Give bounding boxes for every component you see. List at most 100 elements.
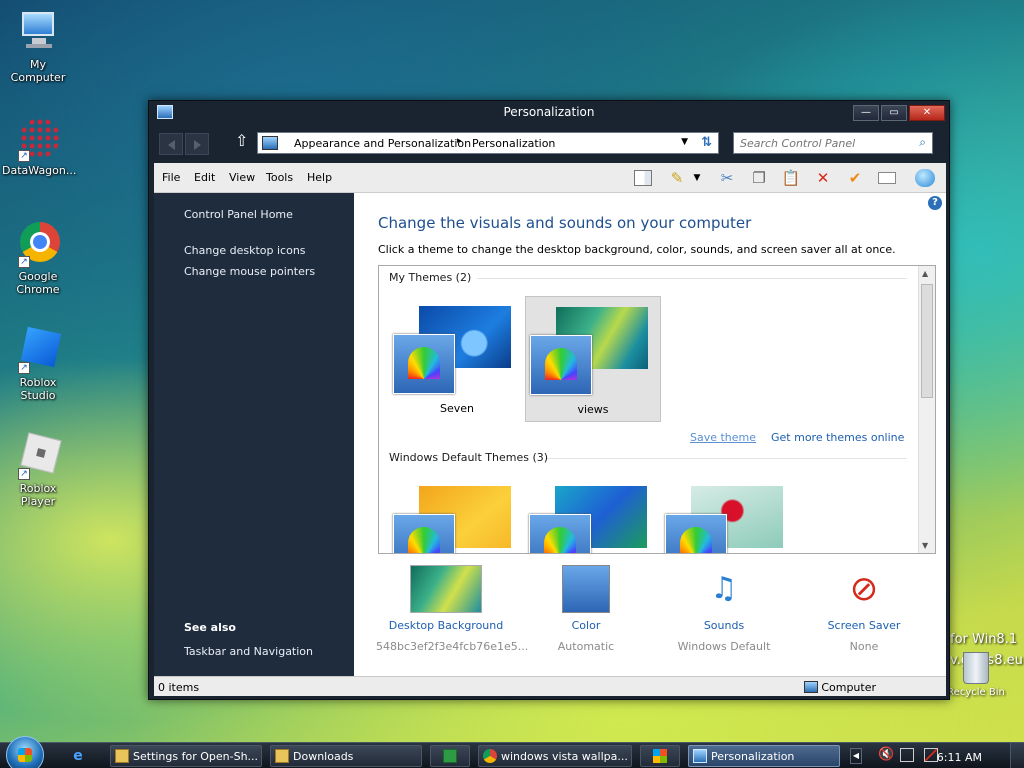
my-themes-header: My Themes (2) (389, 271, 472, 284)
properties-icon[interactable]: ✎ (666, 168, 688, 188)
default-themes-header: Windows Default Themes (3) (389, 451, 549, 464)
desktop-icon-google-chrome[interactable]: ↗ Google Chrome (2, 222, 74, 296)
close-button[interactable]: ✕ (909, 105, 945, 121)
breadcrumb-personalization[interactable]: Personalization (472, 137, 555, 150)
task-windows-flag[interactable] (640, 745, 680, 767)
theme-views[interactable]: views (525, 296, 661, 422)
menu-help[interactable]: Help (307, 171, 332, 184)
chevron-down-icon[interactable]: ▼ (686, 168, 708, 188)
change-desktop-icons-link[interactable]: Change desktop icons (184, 244, 306, 257)
desktop-background-setting[interactable]: Desktop Background 548bc3ef2f3e4fcb76e1e… (376, 565, 529, 653)
desktop-icon-roblox-player[interactable]: ↗ Roblox Player (2, 432, 74, 508)
scroll-up-icon[interactable]: ▲ (922, 269, 928, 278)
copy-icon[interactable]: ❐ (748, 168, 770, 188)
desktop-icon-datawagon[interactable]: ↗ DataWagon... (2, 116, 76, 177)
main-pane: ? Change the visuals and sounds on your … (354, 193, 946, 676)
breadcrumb-appearance[interactable]: Appearance and Personalization (294, 137, 471, 150)
clock[interactable]: 6:11 AM (937, 751, 982, 764)
cut-icon[interactable]: ✂ (716, 168, 738, 188)
minimize-button[interactable]: — (853, 105, 879, 121)
scroll-down-icon[interactable]: ▼ (922, 541, 928, 550)
task-personalization[interactable]: Personalization (688, 745, 840, 767)
screen-saver-setting[interactable]: ⊘ Screen Saver None (794, 565, 934, 653)
maximize-button[interactable]: ▭ (881, 105, 907, 121)
back-arrow-icon (167, 140, 175, 150)
setting-label: Sounds (703, 619, 745, 632)
start-button[interactable] (6, 736, 44, 768)
setting-label: Desktop Background (388, 619, 504, 632)
item-count: 0 items (158, 681, 200, 694)
window-title: Personalization (503, 105, 595, 119)
task-downloads[interactable]: Downloads (270, 745, 422, 767)
task-settings-open-shell[interactable]: Settings for Open-Sh... (110, 745, 262, 767)
task-spreadsheet[interactable] (430, 745, 470, 767)
sounds-setting[interactable]: ♫ Sounds Windows Default (654, 565, 794, 653)
theme-list-scrollbar[interactable]: ▲ ▼ (918, 266, 935, 553)
rename-icon[interactable] (876, 168, 898, 188)
menu-file[interactable]: File (162, 171, 180, 184)
control-panel-home-link[interactable]: Control Panel Home (184, 208, 293, 221)
title-bar[interactable]: Personalization — ▭ ✕ (149, 101, 949, 125)
menu-view[interactable]: View (229, 171, 255, 184)
show-desktop-button[interactable] (1010, 743, 1024, 768)
search-input[interactable] (740, 134, 910, 152)
shortcut-arrow-icon: ↗ (18, 256, 30, 268)
roblox-studio-icon: ↗ (16, 326, 62, 374)
desktop-icon-roblox-studio[interactable]: ↗ Roblox Studio (2, 326, 74, 402)
setting-label: Color (571, 619, 601, 632)
scrollbar-thumb[interactable] (921, 284, 933, 398)
up-button[interactable]: ⇧ (235, 131, 248, 150)
desktop-icon-label: Roblox Player (19, 482, 57, 508)
task-chrome-wallpaper[interactable]: windows vista wallpa... (478, 745, 632, 767)
help-icon[interactable]: ? (928, 196, 942, 210)
theme-windows-default-2[interactable] (525, 476, 661, 553)
get-more-themes-link[interactable]: Get more themes online (771, 431, 904, 444)
search-box[interactable]: ⌕ (733, 132, 933, 154)
network-icon[interactable] (900, 748, 914, 762)
theme-seven[interactable]: Seven (389, 296, 525, 422)
page-title: Change the visuals and sounds on your co… (378, 214, 752, 232)
task-label: windows vista wallpa... (501, 750, 628, 763)
refresh-icon[interactable]: ⇅ (701, 135, 712, 150)
theme-windows-default-3[interactable] (661, 476, 797, 553)
roblox-player-icon: ↗ (16, 432, 62, 480)
check-icon[interactable]: ✔ (844, 168, 866, 188)
chrome-icon: ↗ (16, 222, 60, 268)
save-theme-link[interactable]: Save theme (690, 431, 756, 444)
back-button[interactable] (159, 133, 183, 155)
desktop-icon-my-computer[interactable]: My Computer (2, 10, 74, 84)
paste-icon[interactable]: 📋 (780, 168, 802, 188)
desktop-icon-recycle-bin[interactable]: Recycle Bin (944, 652, 1008, 698)
setting-value: 548bc3ef2f3e4fcb76e1e5... (376, 640, 529, 653)
content-area: Control Panel Home Change desktop icons … (154, 193, 946, 676)
taskbar-navigation-link[interactable]: Taskbar and Navigation (184, 645, 313, 658)
sounds-icon: ♫ (710, 571, 738, 606)
forward-button[interactable] (185, 133, 209, 155)
search-icon[interactable]: ⌕ (919, 135, 926, 150)
globe-icon[interactable] (914, 168, 936, 188)
recycle-bin-icon (963, 652, 989, 684)
color-setting[interactable]: Color Automatic (516, 565, 656, 653)
color-palette-icon (530, 335, 592, 395)
delete-icon[interactable]: ✕ (812, 168, 834, 188)
menu-edit[interactable]: Edit (194, 171, 215, 184)
spreadsheet-icon (443, 749, 457, 763)
volume-muted-icon[interactable]: 🔇 (878, 747, 894, 762)
color-palette-icon (562, 565, 610, 613)
computer-icon (16, 10, 60, 54)
breadcrumb-separator-icon[interactable]: ▸ (457, 136, 462, 146)
theme-windows-default-1[interactable] (389, 476, 525, 553)
menu-bar: File Edit View Tools Help ✎ ▼ ✂ ❐ 📋 ✕ ✔ (154, 163, 946, 193)
layout-icon[interactable] (632, 168, 654, 188)
shortcut-arrow-icon: ↗ (18, 468, 30, 480)
internet-explorer-icon[interactable]: e (68, 746, 88, 766)
menu-tools[interactable]: Tools (266, 171, 293, 184)
change-mouse-pointers-link[interactable]: Change mouse pointers (184, 265, 315, 278)
chevron-left-icon[interactable]: ◀ (850, 748, 862, 764)
address-bar[interactable]: Appearance and Personalization ▸ Persona… (257, 132, 719, 154)
theme-name: views (577, 403, 609, 416)
windows-flag-icon (653, 749, 667, 763)
theme-name: Seven (440, 402, 474, 415)
chevron-down-icon[interactable]: ▼ (681, 137, 688, 147)
datawagon-icon: ↗ (16, 116, 60, 162)
